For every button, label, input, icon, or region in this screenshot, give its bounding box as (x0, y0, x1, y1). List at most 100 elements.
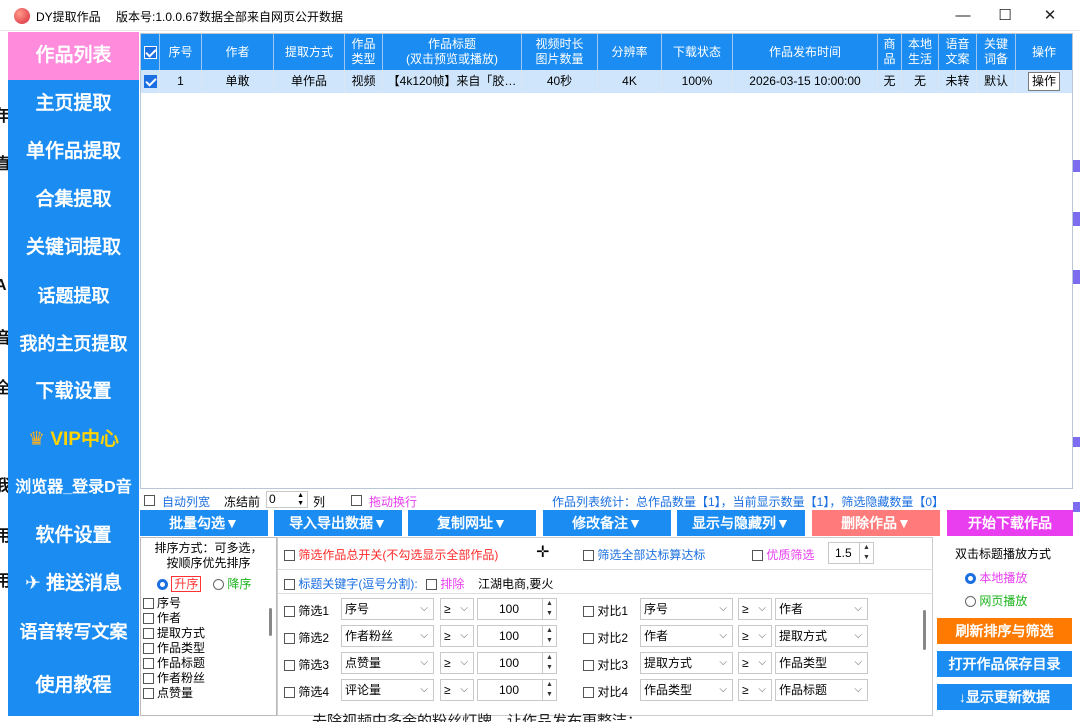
open-save-dir-button[interactable]: 打开作品保存目录 (937, 651, 1072, 677)
sidebar-item-tutorial[interactable]: 使用教程 (8, 662, 139, 710)
col-header[interactable]: 操作 (1016, 34, 1072, 70)
batch-select-button[interactable]: 批量勾选▼ (140, 510, 268, 536)
delete-works-button[interactable]: 删除作品▼ (812, 510, 940, 536)
list-item[interactable]: 点赞量 (141, 686, 276, 701)
list-item[interactable]: 提取方式 (141, 626, 276, 641)
compare-op-select[interactable]: ≥ ⌵ (738, 652, 772, 674)
web-play-radio[interactable] (965, 596, 976, 608)
minimize-button[interactable]: — (940, 0, 986, 31)
filter-checkbox[interactable]: 筛选1 (284, 602, 329, 619)
row-operate-button[interactable]: 操作 (1027, 72, 1060, 91)
drag-wrap-checkbox[interactable] (351, 493, 362, 507)
keyword-filter-option[interactable]: 标题关键字(逗号分割): (284, 575, 418, 592)
import-export-button[interactable]: 导入导出数据▼ (274, 510, 402, 536)
freeze-columns-input[interactable]: 0 ▲ ▼ (266, 491, 308, 508)
row-checkbox[interactable] (141, 70, 160, 93)
compare-checkbox[interactable]: 对比4 (583, 683, 628, 700)
filter-checkbox[interactable]: 筛选3 (284, 656, 329, 673)
compare-op-select[interactable]: ≥ ⌵ (738, 679, 772, 701)
compare-right-select[interactable]: 作品标题 ⌵ (775, 679, 868, 701)
compare-right-select[interactable]: 作品类型 ⌵ (775, 652, 868, 674)
maximize-button[interactable]: ☐ (982, 0, 1028, 31)
compare-left-select[interactable]: 作品类型 ⌵ (640, 679, 733, 701)
list-item[interactable]: 作者 (141, 611, 276, 626)
compare-left-select[interactable]: 作者 ⌵ (640, 625, 733, 647)
sidebar-item-my-homepage[interactable]: 我的主页提取 (8, 320, 139, 368)
compare-left-select[interactable]: 提取方式 ⌵ (640, 652, 733, 674)
edit-note-button[interactable]: 修改备注▼ (543, 510, 671, 536)
show-hide-columns-button[interactable]: 显示与隐藏列▼ (677, 510, 805, 536)
sort-asc-option[interactable]: 升序 (157, 575, 202, 592)
filter-op-select[interactable]: ≥ ⌵ (440, 598, 474, 620)
compare-left-select[interactable]: 序号 ⌵ (640, 598, 733, 620)
table-row[interactable]: 1 单敢 单作品 视频 【4k120帧】来自「胶… 40秒 4K 100% 20… (141, 70, 1072, 93)
asc-radio[interactable] (157, 579, 168, 591)
col-header[interactable]: 分辨率 (598, 34, 662, 70)
filter-field-select[interactable]: 序号 ⌵ (341, 598, 434, 620)
quality-value-stepper[interactable]: 1.5 ▲ ▼ (828, 542, 874, 564)
sidebar-item-download-settings[interactable]: 下载设置 (8, 368, 139, 416)
quality-filter-option[interactable]: 优质筛选 (752, 546, 814, 563)
sort-list-scrollbar[interactable] (269, 608, 272, 636)
list-item[interactable]: 作品类型 (141, 641, 276, 656)
filter-field-select[interactable]: 作者粉丝 ⌵ (341, 625, 434, 647)
exclude-option[interactable]: 排除 (426, 575, 464, 592)
sidebar-item-collection-extract[interactable]: 合集提取 (8, 176, 139, 224)
compare-checkbox[interactable]: 对比1 (583, 602, 628, 619)
sidebar-item-homepage-extract[interactable]: 主页提取 (8, 80, 139, 128)
show-update-button[interactable]: ↓显示更新数据 (937, 684, 1072, 710)
col-header[interactable]: 语音 文案 (939, 34, 977, 70)
local-play-option[interactable]: 本地播放 (965, 569, 1027, 586)
compare-checkbox[interactable]: 对比3 (583, 656, 628, 673)
sidebar-item-push[interactable]: ✈ 推送消息 (8, 560, 139, 608)
copy-url-button[interactable]: 复制网址▼ (408, 510, 536, 536)
sidebar-item-single-extract[interactable]: 单作品提取 (8, 128, 139, 176)
desc-radio[interactable] (213, 579, 224, 591)
close-button[interactable]: ✕ (1027, 0, 1073, 31)
sidebar-item-topic-extract[interactable]: 话题提取 (8, 272, 139, 320)
filter-op-select[interactable]: ≥ ⌵ (440, 625, 474, 647)
sidebar-item-works-list[interactable]: 作品列表 (8, 32, 139, 80)
sort-desc-option[interactable]: 降序 (213, 575, 251, 592)
filter-checkbox[interactable]: 筛选4 (284, 683, 329, 700)
filter-value-stepper[interactable]: 100 ▲ ▼ (477, 598, 557, 620)
auto-col-width-checkbox[interactable] (144, 493, 155, 507)
filter-checkbox[interactable]: 筛选2 (284, 629, 329, 646)
col-header[interactable]: 下载状态 (662, 34, 733, 70)
filter-value-stepper[interactable]: 100 ▲ ▼ (477, 679, 557, 701)
start-download-button[interactable]: 开始下载作品 (947, 510, 1073, 536)
col-header[interactable]: 提取方式 (274, 34, 345, 70)
filter-value-stepper[interactable]: 100 ▲ ▼ (477, 625, 557, 647)
refresh-sort-filter-button[interactable]: 刷新排序与筛选 (937, 618, 1072, 644)
col-header[interactable]: 关键 词备 (977, 34, 1016, 70)
filter-op-select[interactable]: ≥ ⌵ (440, 679, 474, 701)
compare-op-select[interactable]: ≥ ⌵ (738, 625, 772, 647)
total-filter-switch[interactable]: 筛选作品总开关(不勾选显示全部作品) (284, 546, 498, 563)
filter-value-stepper[interactable]: 100 ▲ ▼ (477, 652, 557, 674)
col-header[interactable]: 视频时长 图片数量 (522, 34, 598, 70)
compare-right-select[interactable]: 作者 ⌵ (775, 598, 868, 620)
local-play-radio[interactable] (965, 573, 976, 585)
sidebar-item-transcribe[interactable]: 语音转写文案 (8, 608, 139, 656)
col-header[interactable]: 商 品 (878, 34, 902, 70)
all-meet-option[interactable]: 筛选全部达标算达标 (583, 546, 705, 563)
sidebar-item-software-settings[interactable]: 软件设置 (8, 512, 139, 560)
col-header[interactable]: 序号 (160, 34, 202, 70)
col-header[interactable]: 作品发布时间 (733, 34, 878, 70)
sidebar-item-vip[interactable]: ♛ VIP中心 (8, 416, 139, 464)
sidebar-item-keyword-extract[interactable]: 关键词提取 (8, 224, 139, 272)
filter-field-select[interactable]: 评论量 ⌵ (341, 679, 434, 701)
compare-checkbox[interactable]: 对比2 (583, 629, 628, 646)
web-play-option[interactable]: 网页播放 (965, 592, 1027, 609)
filter-field-select[interactable]: 点赞量 ⌵ (341, 652, 434, 674)
filter-op-select[interactable]: ≥ ⌵ (440, 652, 474, 674)
col-header[interactable]: 作品标题 (双击预览或播放) (383, 34, 522, 70)
keywords-input[interactable]: 江湖电商,要火 (478, 575, 553, 592)
compare-op-select[interactable]: ≥ ⌵ (738, 598, 772, 620)
col-header[interactable]: 作品 类型 (345, 34, 383, 70)
sidebar-item-browser-login[interactable]: 浏览器_登录D音 (8, 464, 139, 512)
list-item[interactable]: 作品标题 (141, 656, 276, 671)
compare-right-select[interactable]: 提取方式 ⌵ (775, 625, 868, 647)
row-title-cell[interactable]: 【4k120帧】来自「胶… (383, 70, 522, 93)
list-item[interactable]: 序号 (141, 596, 276, 611)
